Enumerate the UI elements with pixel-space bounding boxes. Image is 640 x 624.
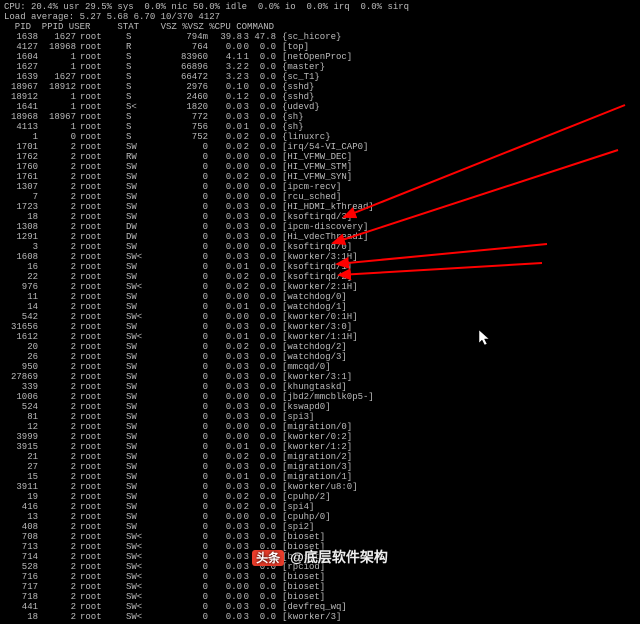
load-average-line: Load average: 5.27 5.68 6.70 10/370 4127 — [4, 12, 636, 22]
process-row: 4162rootSW00.02 0.0[spi4] — [4, 502, 636, 512]
process-row: 162rootSW00.01 0.0[ksoftirqd/1] — [4, 262, 636, 272]
process-row: 192rootSW00.02 0.0[cpuhp/2] — [4, 492, 636, 502]
process-row: 16381627rootS794m39.83 47.8{sc_hicore} — [4, 32, 636, 42]
process-row: 12912rootDW00.03 0.0[Hi_vdecThread1] — [4, 232, 636, 242]
process-row: 17612rootSW00.02 0.0[HI_VFMW_SYN] — [4, 172, 636, 182]
process-row: 17232rootSW00.03 0.0[HI_HDMI_kThread] — [4, 202, 636, 212]
cpu-summary-line: CPU: 20.4% usr 29.5% sys 0.0% nic 50.0% … — [4, 2, 636, 12]
process-row: 189121rootS24600.12 0.0{sshd} — [4, 92, 636, 102]
process-row: 182rootSW<00.03 0.0[kworker/3] — [4, 612, 636, 622]
process-row: 222rootSW00.02 0.0[ksoftirqd/2] — [4, 272, 636, 282]
process-row: 9502rootSW00.03 0.0[mmcqd/0] — [4, 362, 636, 372]
process-row: 16122rootSW<00.01 0.0[kworker/1:1H] — [4, 332, 636, 342]
process-row: 1896818967rootS7720.03 0.0{sh} — [4, 112, 636, 122]
process-row: 13072rootSW00.00 0.0[ipcm-recv] — [4, 182, 636, 192]
process-row: 16411rootS<18200.03 0.0{udevd} — [4, 102, 636, 112]
terminal-output: CPU: 20.4% usr 29.5% sys 0.0% nic 50.0% … — [0, 0, 640, 624]
process-table: 16381627rootS794m39.83 47.8{sc_hicore}41… — [4, 32, 636, 622]
process-row: 39112rootSW00.03 0.0[kworker/u8:0] — [4, 482, 636, 492]
process-row: 7082rootSW<00.03 0.0[bioset] — [4, 532, 636, 542]
process-row: 7162rootSW<00.03 0.0[bioset] — [4, 572, 636, 582]
process-row: 9762rootSW<00.02 0.0[kworker/2:1H] — [4, 282, 636, 292]
watermark-badge: 头条 — [252, 550, 284, 566]
process-row: 4412rootSW<00.03 0.0[devfreq_wq] — [4, 602, 636, 612]
column-headers: PID PPID USER STAT VSZ %VSZ %CPU COMMAND — [4, 22, 636, 32]
process-row: 39992rootSW00.00 0.0[kworker/0:2] — [4, 432, 636, 442]
process-row: 17622rootRW00.00 0.0[HI_VFMW_DEC] — [4, 152, 636, 162]
process-row: 5422rootSW<00.00 0.0[kworker/0:1H] — [4, 312, 636, 322]
process-row: 152rootSW00.01 0.0[migration/1] — [4, 472, 636, 482]
process-row: 16391627rootS664723.23 0.0{sc_T1} — [4, 72, 636, 82]
process-row: 5242rootSW00.03 0.0[kswapd0] — [4, 402, 636, 412]
process-row: 10rootS7520.02 0.0{linuxrc} — [4, 132, 636, 142]
process-row: 16271rootS668963.22 0.0{master} — [4, 62, 636, 72]
process-row: 272rootSW00.03 0.0[migration/3] — [4, 462, 636, 472]
process-row: 39152rootSW00.01 0.0[kworker/1:2] — [4, 442, 636, 452]
process-row: 212rootSW00.02 0.0[migration/2] — [4, 452, 636, 462]
process-row: 112rootSW00.00 0.0[watchdog/0] — [4, 292, 636, 302]
watermark: 头条 @底层软件架构 — [0, 547, 640, 567]
process-row: 16082rootSW<00.03 0.0[kworker/3:1H] — [4, 252, 636, 262]
process-row: 4082rootSW00.03 0.0[spi2] — [4, 522, 636, 532]
process-row: 13082rootDW00.03 0.0[ipcm-discovery] — [4, 222, 636, 232]
process-row: 142rootSW00.01 0.0[watchdog/1] — [4, 302, 636, 312]
process-row: 41131rootS7560.01 0.0{sh} — [4, 122, 636, 132]
process-row: 7182rootSW<00.00 0.0[bioset] — [4, 592, 636, 602]
process-row: 16041rootS839604.11 0.0[netOpenProc] — [4, 52, 636, 62]
process-row: 17012rootSW00.02 0.0[irq/54-VI_CAP0] — [4, 142, 636, 152]
process-row: 182rootSW00.03 0.0[ksoftirqd/3] — [4, 212, 636, 222]
process-row: 278692rootSW00.03 0.0[kworker/3:1] — [4, 372, 636, 382]
process-row: 32rootSW00.00 0.0[ksoftirqd/0] — [4, 242, 636, 252]
process-row: 202rootSW00.02 0.0[watchdog/2] — [4, 342, 636, 352]
process-row: 812rootSW00.03 0.0[spi3] — [4, 412, 636, 422]
process-row: 132rootSW00.00 0.0[cpuhp/0] — [4, 512, 636, 522]
process-row: 10062rootSW00.00 0.0[jbd2/mmcblk0p5-] — [4, 392, 636, 402]
process-row: 412718968rootR7640.00 0.0[top] — [4, 42, 636, 52]
process-row: 17602rootSW00.00 0.0[HI_VFMW_STM] — [4, 162, 636, 172]
watermark-text: @底层软件架构 — [290, 549, 388, 565]
process-row: 1896718912rootS29760.10 0.0{sshd} — [4, 82, 636, 92]
process-row: 316562rootSW00.03 0.0[kworker/3:0] — [4, 322, 636, 332]
process-row: 3392rootSW00.03 0.0[khungtaskd] — [4, 382, 636, 392]
process-row: 262rootSW00.03 0.0[watchdog/3] — [4, 352, 636, 362]
process-row: 7172rootSW<00.00 0.0[bioset] — [4, 582, 636, 592]
process-row: 122rootSW00.00 0.0[migration/0] — [4, 422, 636, 432]
process-row: 72rootSW00.00 0.0[rcu_sched] — [4, 192, 636, 202]
